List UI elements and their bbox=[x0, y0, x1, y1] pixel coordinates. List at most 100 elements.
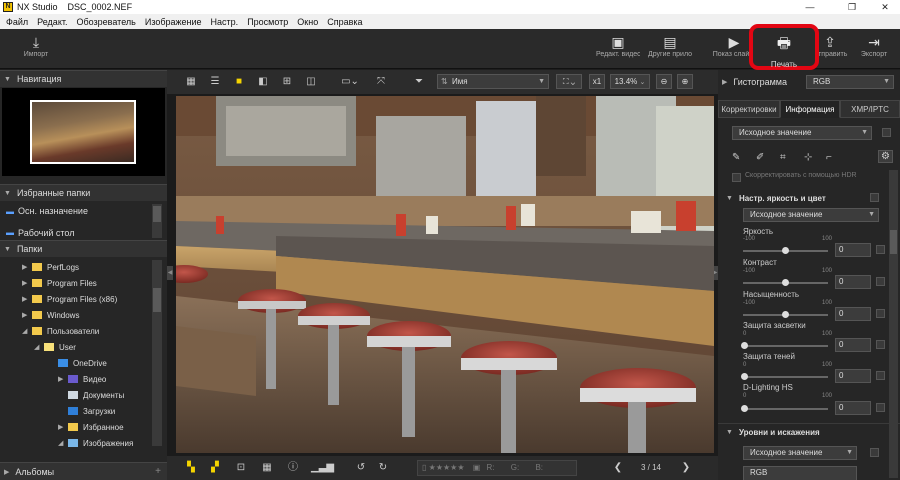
slider-value-input[interactable]: 0 bbox=[835, 275, 871, 289]
zoom-in-button[interactable]: ⊕ bbox=[677, 74, 693, 89]
slider-track[interactable] bbox=[741, 373, 828, 380]
pick-icon[interactable]: ▣ bbox=[473, 463, 481, 472]
fit-screen-select[interactable]: ⛶ ⌄ bbox=[556, 74, 582, 89]
brightness-section-checkbox[interactable] bbox=[870, 193, 879, 202]
crop-icon[interactable]: ⌗ bbox=[780, 152, 786, 163]
slider-value-input[interactable]: 0 bbox=[835, 338, 871, 352]
slider-reset-checkbox[interactable] bbox=[876, 245, 885, 254]
menu-window[interactable]: Окно bbox=[297, 17, 318, 27]
export-button[interactable]: ⇥ Экспорт bbox=[852, 33, 896, 65]
slider-knob[interactable] bbox=[782, 247, 789, 254]
levels-preset-select[interactable]: Исходное значение ▼ bbox=[743, 446, 857, 460]
fullscreen-icon[interactable]: ⤧ bbox=[373, 74, 389, 90]
zoom-percent-select[interactable]: 13.4% ⌄ bbox=[610, 74, 650, 89]
sort-select[interactable]: ⇅ Имя ▼ bbox=[437, 74, 549, 89]
menu-settings[interactable]: Настр. bbox=[211, 17, 239, 27]
rotate-left-icon[interactable]: ↺ bbox=[353, 460, 369, 476]
label-filter-alt-icon[interactable]: ▞ bbox=[207, 460, 223, 476]
slider-track[interactable] bbox=[743, 247, 828, 254]
left-panel-toggle-icon[interactable]: ◀ bbox=[167, 266, 173, 280]
filmstrip-view-icon[interactable]: ◧ bbox=[255, 74, 271, 90]
rating-stars-icon[interactable]: ★★★★★ bbox=[429, 463, 465, 472]
brightness-preset-select[interactable]: Исходное значение ▼ bbox=[743, 208, 879, 222]
favorite-item-main[interactable]: ▬ Осн. назначение bbox=[2, 204, 152, 218]
favorites-header[interactable]: ▼ Избранные папки bbox=[0, 184, 167, 201]
info-overlay-icon[interactable]: ⊡ bbox=[233, 460, 249, 476]
folder-item[interactable]: ▶ Program Files (x86) bbox=[22, 292, 117, 306]
navigation-header[interactable]: ▼ Навигация bbox=[0, 70, 167, 87]
slider-value-input[interactable]: 0 bbox=[835, 243, 871, 257]
next-image-icon[interactable]: ❯ bbox=[677, 460, 695, 476]
slider-track[interactable] bbox=[743, 311, 828, 318]
filter-icon[interactable]: ⏷ bbox=[411, 74, 427, 90]
folder-item[interactable]: ▶ Избранное bbox=[58, 420, 124, 434]
thumbnail-grid-icon[interactable]: ▦ bbox=[183, 74, 199, 90]
slider-reset-checkbox[interactable] bbox=[876, 277, 885, 286]
folder-item[interactable]: ▶ Program Files bbox=[22, 276, 97, 290]
print-button[interactable]: 🖶 Печать bbox=[749, 24, 819, 70]
grid-overlay-icon[interactable]: ▦ bbox=[259, 460, 275, 476]
histogram-overlay-icon[interactable]: ▁▃▆ bbox=[311, 460, 334, 476]
folder-item[interactable]: ◢ Пользователи bbox=[22, 324, 99, 338]
favorite-item-desktop[interactable]: ▬ Рабочий стол bbox=[2, 228, 152, 238]
slider-reset-checkbox[interactable] bbox=[876, 340, 885, 349]
slider-knob[interactable] bbox=[782, 279, 789, 286]
menu-browser[interactable]: Обозреватель bbox=[76, 17, 135, 27]
folder-item[interactable]: Документы bbox=[68, 388, 124, 402]
other-apps-button[interactable]: ▤ Другие приложения bbox=[648, 33, 692, 65]
import-button[interactable]: ⤓ Импорт bbox=[14, 33, 58, 65]
folder-item[interactable]: ◢ User bbox=[34, 340, 76, 354]
slider-reset-checkbox[interactable] bbox=[876, 403, 885, 412]
rating-bar[interactable]: ▯ ★★★★★ ▣ R: G: B: bbox=[417, 460, 577, 476]
folder-item[interactable]: ▶ Видео bbox=[58, 372, 106, 386]
menu-help[interactable]: Справка bbox=[327, 17, 362, 27]
previous-image-icon[interactable]: ❮ bbox=[609, 460, 627, 476]
tab-xmp-iptc[interactable]: XMP/IPTC bbox=[840, 100, 900, 118]
picture-control-icon[interactable]: ✎ bbox=[732, 152, 740, 163]
menu-image[interactable]: Изображение bbox=[145, 17, 202, 27]
slider-track[interactable] bbox=[743, 279, 828, 286]
folder-item[interactable]: OneDrive bbox=[58, 356, 107, 370]
tab-adjustments[interactable]: Корректировки bbox=[718, 100, 780, 118]
folder-item[interactable]: Загрузки bbox=[68, 404, 115, 418]
tab-info[interactable]: Информация bbox=[780, 100, 840, 118]
menu-file[interactable]: Файл bbox=[6, 17, 28, 27]
slider-reset-checkbox[interactable] bbox=[876, 309, 885, 318]
preset-select[interactable]: Исходное значение ▼ bbox=[732, 126, 872, 140]
slider-value-input[interactable]: 0 bbox=[835, 369, 871, 383]
levels-section-header[interactable]: ▼ Уровни и искажения bbox=[726, 425, 820, 439]
preset-checkbox[interactable] bbox=[882, 128, 891, 137]
brightness-section-header[interactable]: ▼ Настр. яркость и цвет bbox=[726, 191, 826, 205]
folders-header[interactable]: ▼ Папки bbox=[0, 240, 167, 257]
slider-knob[interactable] bbox=[741, 373, 748, 380]
rotate-right-icon[interactable]: ↻ bbox=[375, 460, 391, 476]
display-options-icon[interactable]: ▭⌄ bbox=[337, 74, 363, 90]
favorites-scrollbar[interactable] bbox=[152, 204, 162, 238]
reject-icon[interactable]: ▯ bbox=[422, 463, 426, 472]
right-panel-scrollbar[interactable] bbox=[889, 170, 898, 478]
albums-header[interactable]: ▶ Альбомы + bbox=[0, 462, 167, 480]
slider-knob[interactable] bbox=[741, 405, 748, 412]
before-after-icon[interactable]: ◫ bbox=[303, 74, 319, 90]
maximize-button[interactable]: ❐ bbox=[837, 0, 867, 14]
folder-item[interactable]: ◢ Изображения bbox=[58, 436, 133, 450]
minimize-button[interactable]: — bbox=[795, 0, 825, 14]
add-album-icon[interactable]: + bbox=[155, 466, 161, 477]
zoom-actual-button[interactable]: x1 bbox=[589, 74, 605, 89]
levels-checkbox[interactable] bbox=[870, 448, 879, 457]
folder-item[interactable]: ▶ Windows bbox=[22, 308, 79, 322]
edit-video-button[interactable]: ▣ Редакт. видео bbox=[596, 33, 640, 65]
slider-reset-checkbox[interactable] bbox=[876, 371, 885, 380]
perspective-icon[interactable]: ⌐ bbox=[826, 152, 832, 163]
hdr-checkbox[interactable] bbox=[732, 173, 741, 182]
levels-channel-select[interactable]: RGB bbox=[743, 466, 857, 480]
thumbnail-list-icon[interactable]: ☰ bbox=[207, 74, 223, 90]
single-image-view-icon[interactable]: ■ bbox=[231, 74, 247, 90]
slider-knob[interactable] bbox=[782, 311, 789, 318]
close-button[interactable]: ✕ bbox=[870, 0, 900, 14]
compare-view-icon[interactable]: ⊞ bbox=[279, 74, 295, 90]
slider-value-input[interactable]: 0 bbox=[835, 307, 871, 321]
gear-icon[interactable]: ⚙ bbox=[878, 150, 893, 163]
navigator-preview[interactable] bbox=[2, 88, 165, 176]
histogram-channel-select[interactable]: RGB ▼ bbox=[806, 75, 894, 89]
